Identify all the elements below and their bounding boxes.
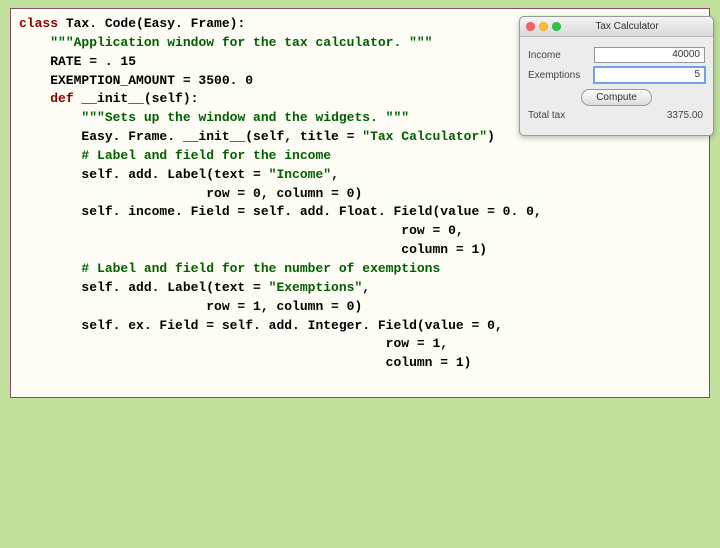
string-literal: "Income": [269, 167, 331, 182]
indent: [19, 35, 50, 50]
titlebar[interactable]: Tax Calculator: [520, 17, 713, 37]
string-literal: "Exemptions": [269, 280, 363, 295]
code-text: column = 1): [19, 354, 701, 373]
row-exemptions: Exemptions 5: [528, 67, 705, 83]
code-text: __init__(self):: [74, 91, 199, 106]
exemptions-field[interactable]: 5: [594, 67, 705, 83]
code-text: Tax. Code(Easy. Frame):: [58, 16, 245, 31]
code-text: Easy. Frame. __init__(self, title =: [19, 129, 362, 144]
indent: [19, 261, 81, 276]
app-window: Tax Calculator Income 40000 Exemptions 5…: [519, 16, 714, 136]
income-label: Income: [528, 50, 588, 61]
code-text: row = 0, column = 0): [19, 185, 701, 204]
kw-class: class: [19, 16, 58, 31]
comment: # Label and field for the number of exem…: [81, 261, 440, 276]
close-icon[interactable]: [526, 22, 535, 31]
row-total: Total tax 3375.00: [528, 110, 705, 121]
code-text: ,: [362, 280, 370, 295]
row-income: Income 40000: [528, 47, 705, 63]
window-title: Tax Calculator: [547, 21, 707, 32]
code-text: ,: [331, 167, 339, 182]
code-text: row = 0,: [19, 222, 701, 241]
exemptions-label: Exemptions: [528, 70, 588, 81]
total-value: 3375.00: [594, 110, 705, 121]
code-text: self. income. Field = self. add. Float. …: [19, 203, 701, 222]
indent: [19, 148, 81, 163]
code-text: column = 1): [19, 241, 701, 260]
compute-button[interactable]: Compute: [581, 89, 652, 106]
indent: [19, 110, 81, 125]
docstring: """Application window for the tax calcul…: [50, 35, 432, 50]
code-text: self. ex. Field = self. add. Integer. Fi…: [19, 317, 701, 336]
income-field[interactable]: 40000: [594, 47, 705, 63]
indent: [19, 91, 50, 106]
window-body: Income 40000 Exemptions 5 Compute Total …: [520, 37, 713, 135]
code-text: ): [487, 129, 495, 144]
code-text: self. add. Label(text =: [19, 167, 269, 182]
kw-def: def: [50, 91, 73, 106]
code-text: row = 1,: [19, 335, 701, 354]
string-literal: "Tax Calculator": [362, 129, 487, 144]
code-text: row = 1, column = 0): [19, 298, 701, 317]
button-row: Compute: [528, 89, 705, 106]
docstring: """Sets up the window and the widgets. "…: [81, 110, 409, 125]
code-text: self. add. Label(text =: [19, 280, 269, 295]
total-label: Total tax: [528, 110, 588, 121]
comment: # Label and field for the income: [81, 148, 331, 163]
